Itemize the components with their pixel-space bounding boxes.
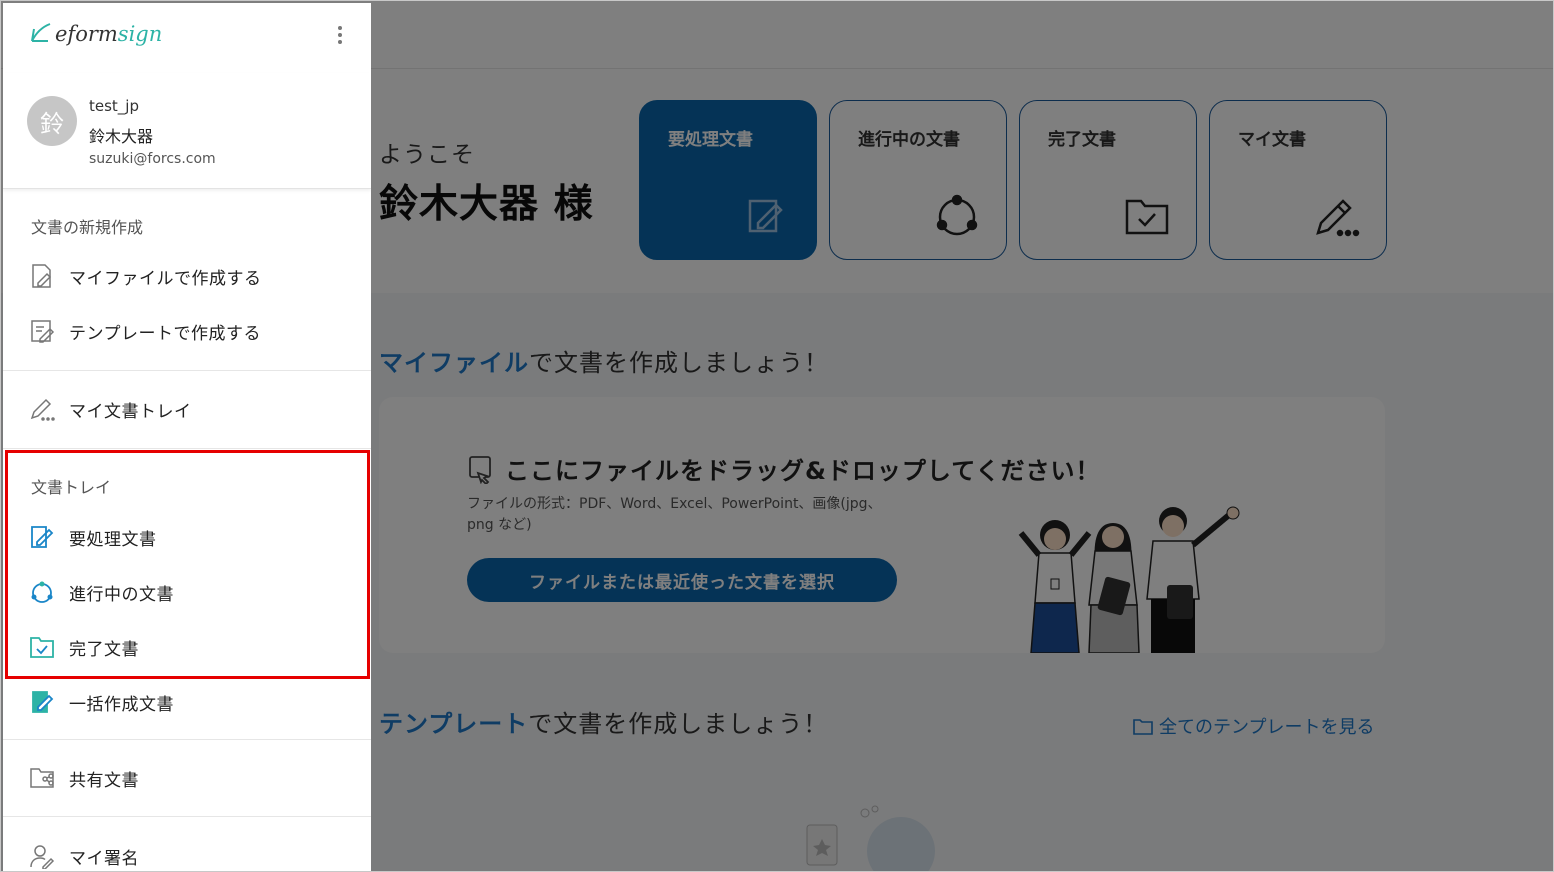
sidebar-item-create-from-template[interactable]: テンプレートで作成する (29, 318, 261, 344)
divider (3, 816, 371, 817)
divider (3, 370, 371, 371)
divider (3, 739, 371, 740)
sidebar-item-my-signature[interactable]: マイ署名 (29, 843, 139, 869)
sidebar-item-label: 一括作成文書 (69, 694, 174, 715)
sidebar-item-label: テンプレートで作成する (69, 323, 261, 344)
avatar: 鈴 (27, 96, 77, 146)
eformsign-logo[interactable]: eformsign (29, 21, 162, 47)
signature-user-icon (30, 845, 55, 869)
logo-text: eformsign (55, 22, 163, 46)
sidebar-item-create-from-myfile[interactable]: マイファイルで作成する (29, 263, 262, 289)
side-menu: eformsign 鈴 test_jp 鈴木大器 suzuki@forcs.co… (3, 3, 371, 871)
user-profile: 鈴 test_jp 鈴木大器 suzuki@forcs.com (3, 73, 371, 189)
pencil-dots-icon (30, 398, 55, 421)
more-options-icon[interactable] (333, 23, 347, 47)
shared-folder-icon (30, 768, 54, 788)
divider (3, 448, 371, 449)
user-email: suzuki@forcs.com (89, 151, 216, 167)
sidebar-item-my-tray[interactable]: マイ文書トレイ (29, 396, 192, 422)
logo-mark-icon (31, 23, 51, 42)
sidebar-item-label: マイ文書トレイ (69, 401, 192, 422)
user-name: 鈴木大器 (89, 127, 154, 146)
template-edit-icon (31, 320, 55, 343)
new-document-group-title: 文書の新規作成 (31, 218, 144, 237)
sidebar-item-label: 共有文書 (69, 770, 139, 791)
bulk-document-icon (32, 691, 54, 713)
sidebar-item-label: マイファイルで作成する (69, 268, 262, 289)
app-window: ようこそ 鈴木大器 様 要処理文書 進行中の文書 完了文書 (0, 0, 1554, 872)
highlight-box (5, 450, 370, 679)
sidebar-item-bulk-created[interactable]: 一括作成文書 (29, 689, 174, 715)
sidebar-item-shared[interactable]: 共有文書 (29, 765, 139, 791)
sidebar-item-label: マイ署名 (69, 848, 139, 869)
file-edit-icon (32, 264, 52, 288)
user-id: test_jp (89, 97, 139, 115)
